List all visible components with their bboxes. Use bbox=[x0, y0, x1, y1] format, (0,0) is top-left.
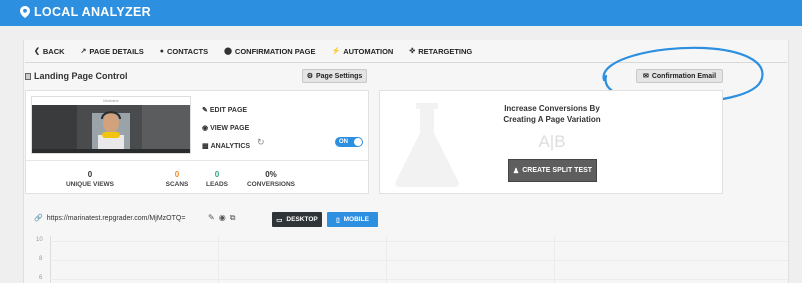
nav-contacts[interactable]: ● CONTACTS bbox=[160, 47, 208, 56]
chart-gridline bbox=[50, 241, 788, 242]
nav-page-details[interactable]: ↗ PAGE DETAILS bbox=[81, 47, 144, 56]
crosshair-icon: ✜ bbox=[409, 48, 416, 55]
analytics-link[interactable]: ▩ ANALYTICS bbox=[202, 137, 250, 155]
nav-page-details-label: PAGE DETAILS bbox=[89, 46, 144, 56]
page-icon bbox=[25, 72, 31, 80]
analytics-toggle[interactable]: ON bbox=[335, 137, 363, 147]
stat-scans: 0 SCANS bbox=[157, 170, 197, 188]
nav-back[interactable]: ❮ BACK bbox=[34, 47, 65, 56]
toggle-knob bbox=[354, 138, 362, 146]
stat-label: UNIQUE VIEWS bbox=[65, 181, 115, 188]
thumbnail-image bbox=[32, 105, 190, 153]
nav-retargeting-label: RETARGETING bbox=[418, 46, 473, 56]
chart-gridline bbox=[50, 260, 788, 261]
eye-icon[interactable]: ◉ bbox=[219, 213, 226, 223]
user-icon: ♟ bbox=[512, 167, 520, 175]
view-page-link[interactable]: ◉ VIEW PAGE bbox=[202, 119, 250, 137]
app-title: LOCAL ANALYZER bbox=[34, 5, 151, 19]
edit-icon: ✎ bbox=[202, 107, 208, 114]
section-title-text: Landing Page Control bbox=[34, 71, 128, 81]
gear-icon: ⚙ bbox=[306, 73, 313, 80]
stat-label: LEADS bbox=[205, 181, 229, 188]
stat-value: 0 bbox=[174, 170, 180, 179]
create-split-test-button[interactable]: ♟ CREATE SPLIT TEST bbox=[508, 159, 597, 182]
map-pin-icon bbox=[20, 6, 30, 18]
edit-page-label: EDIT PAGE bbox=[209, 106, 248, 114]
split-title-line1: Increase Conversions By bbox=[504, 104, 600, 113]
circle-icon: ⬤ bbox=[224, 48, 232, 55]
split-test-card: Increase Conversions By Creating A Page … bbox=[379, 90, 723, 194]
stat-value: 0% bbox=[265, 170, 277, 179]
y-axis-tick: 6 bbox=[39, 275, 43, 281]
preview-url[interactable]: https://marinatest.repgrader.com/MjMzOTQ… bbox=[47, 215, 186, 222]
stat-value: 0 bbox=[87, 170, 93, 179]
url-actions: ✎ ◉ ⧉ bbox=[208, 213, 239, 223]
monitor-icon: ▭ bbox=[276, 216, 283, 224]
y-axis-tick: 10 bbox=[36, 237, 43, 243]
eye-icon: ◉ bbox=[202, 125, 209, 132]
stat-unique-views: 0 UNIQUE VIEWS bbox=[60, 170, 120, 188]
page-settings-button[interactable]: ⚙ Page Settings bbox=[302, 69, 367, 83]
stat-leads: 0 LEADS bbox=[197, 170, 237, 188]
link-icon: 🔗 bbox=[34, 215, 43, 222]
page-actions: ✎ EDIT PAGE ◉ VIEW PAGE ▩ ANALYTICS bbox=[202, 101, 250, 155]
stat-label: CONVERSIONS bbox=[246, 181, 296, 188]
chart-gridline bbox=[50, 279, 788, 280]
chevron-left-icon: ❮ bbox=[34, 48, 40, 55]
bolt-icon: ⚡ bbox=[331, 48, 341, 55]
nav-back-label: BACK bbox=[42, 46, 65, 56]
line-chart-icon: ↗ bbox=[80, 48, 87, 55]
thumbnail-header: Markabe bbox=[32, 97, 190, 104]
nav-confirmation-page[interactable]: ⬤ CONFIRMATION PAGE bbox=[224, 47, 315, 56]
preview-url-row: 🔗 https://marinatest.repgrader.com/MjMzO… bbox=[34, 214, 186, 223]
ab-label: A|B bbox=[538, 132, 566, 151]
split-test-heading: Increase Conversions By Creating A Page … bbox=[380, 103, 722, 125]
mobile-label: MOBILE bbox=[343, 216, 369, 223]
desktop-label: DESKTOP bbox=[286, 216, 318, 223]
stat-conversions: 0% CONVERSIONS bbox=[241, 170, 301, 188]
edit-url-icon[interactable]: ✎ bbox=[208, 213, 215, 223]
split-title-line2: Creating A Page Variation bbox=[503, 115, 601, 124]
section-title: Landing Page Control bbox=[25, 71, 128, 81]
top-bar: LOCAL ANALYZER bbox=[0, 0, 802, 26]
nav-retargeting[interactable]: ✜ RETARGETING bbox=[409, 47, 472, 56]
desktop-preview-button[interactable]: ▭ DESKTOP bbox=[272, 212, 322, 227]
landing-page-card: Markabe ✎ EDIT PAGE ◉ VIEW PAGE ▩ ANALYT… bbox=[25, 90, 369, 194]
nav-contacts-label: CONTACTS bbox=[166, 46, 209, 56]
create-split-test-label: CREATE SPLIT TEST bbox=[522, 167, 593, 174]
mobile-icon: ▯ bbox=[336, 216, 340, 224]
stat-value: 0 bbox=[214, 170, 220, 179]
user-icon: ● bbox=[159, 47, 164, 55]
stat-label: SCANS bbox=[165, 181, 189, 188]
app-brand[interactable]: LOCAL ANALYZER bbox=[20, 5, 151, 19]
view-page-label: VIEW PAGE bbox=[210, 124, 250, 132]
toggle-label: ON bbox=[339, 139, 348, 145]
bar-chart-icon: ▩ bbox=[202, 143, 209, 150]
page-thumbnail[interactable]: Markabe bbox=[31, 96, 191, 154]
refresh-icon[interactable]: ↻ bbox=[257, 137, 265, 148]
edit-page-link[interactable]: ✎ EDIT PAGE bbox=[202, 101, 250, 119]
copy-icon[interactable]: ⧉ bbox=[230, 213, 236, 223]
stats-divider bbox=[26, 160, 368, 161]
analytics-label: ANALYTICS bbox=[210, 142, 251, 150]
nav-automation[interactable]: ⚡ AUTOMATION bbox=[331, 47, 393, 56]
y-axis-tick: 8 bbox=[39, 256, 43, 262]
page-settings-label: Page Settings bbox=[315, 72, 363, 80]
nav-confirmation-page-label: CONFIRMATION PAGE bbox=[234, 46, 316, 56]
mobile-preview-button[interactable]: ▯ MOBILE bbox=[327, 212, 378, 227]
nav-automation-label: AUTOMATION bbox=[343, 46, 394, 56]
